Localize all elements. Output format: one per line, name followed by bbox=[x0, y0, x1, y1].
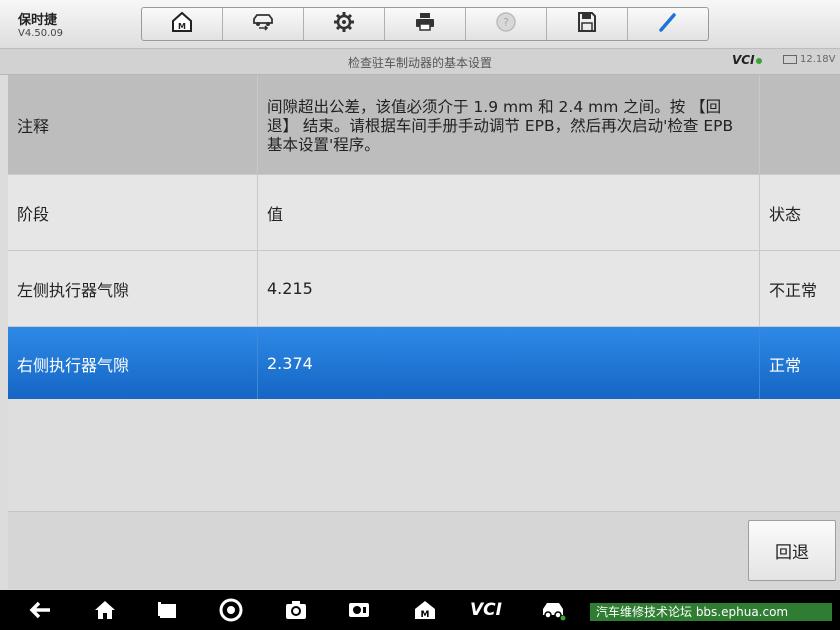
nav-home-icon[interactable] bbox=[92, 597, 118, 623]
svg-text:?: ? bbox=[503, 16, 509, 29]
vehicle-icon[interactable] bbox=[540, 597, 566, 623]
function-title: 检查驻车制动器的基本设置 bbox=[347, 56, 492, 70]
row-value: 2.374 bbox=[258, 327, 760, 400]
pen-button[interactable] bbox=[628, 8, 708, 40]
action-bar bbox=[8, 512, 840, 589]
save-icon bbox=[575, 10, 599, 38]
settings-button[interactable] bbox=[304, 8, 385, 40]
back-button[interactable]: 回退 bbox=[748, 520, 836, 581]
row-status: 正常 bbox=[769, 355, 802, 375]
settings-gear-icon bbox=[332, 10, 356, 38]
row-status: 不正常 bbox=[769, 280, 818, 300]
voltage-value: 12.18V bbox=[800, 54, 836, 65]
battery-icon bbox=[783, 55, 797, 64]
vehicle-swap-icon bbox=[251, 10, 275, 38]
note-empty-cell bbox=[760, 75, 840, 174]
note-row: 注释 间隙超出公差，该值必须介于 1.9 mm 和 2.4 mm 之间。按 【回… bbox=[8, 75, 840, 175]
home-button[interactable]: M bbox=[142, 8, 223, 40]
vehicle-swap-button[interactable] bbox=[223, 8, 304, 40]
svg-text:M: M bbox=[178, 22, 186, 31]
vci-status: VCI bbox=[732, 53, 762, 67]
header-row: 阶段 值 状态 bbox=[8, 175, 840, 251]
note-label: 注释 bbox=[8, 75, 258, 174]
print-icon bbox=[413, 10, 437, 38]
note-text: 间隙超出公差，该值必须介于 1.9 mm 和 2.4 mm 之间。按 【回退】 … bbox=[258, 75, 760, 174]
header-status: 状态 bbox=[769, 204, 802, 224]
nav-vci-label[interactable]: VCI bbox=[470, 600, 502, 620]
app-version: V4.50.09 bbox=[18, 28, 64, 39]
table-empty-area bbox=[8, 399, 840, 512]
header-value: 值 bbox=[258, 175, 760, 250]
chrome-browser-icon[interactable] bbox=[218, 597, 244, 623]
header-stage: 阶段 bbox=[8, 175, 258, 250]
diagnostic-home-icon[interactable]: M bbox=[412, 597, 438, 623]
row-stage: 右侧执行器气隙 bbox=[8, 327, 258, 400]
nav-recent-apps-icon[interactable] bbox=[155, 597, 181, 623]
system-nav-bar: M VCI 汽车维修技术论坛 bbs.ephua.com bbox=[0, 590, 840, 630]
table-row-right-actuator-selected[interactable]: 右侧执行器气隙 2.374 正常 bbox=[8, 327, 840, 401]
svg-text:M: M bbox=[421, 610, 430, 620]
print-button[interactable] bbox=[385, 8, 466, 40]
battery-voltage: 12.18V bbox=[783, 54, 835, 65]
pen-icon bbox=[656, 10, 680, 38]
vci-label: VCI bbox=[732, 53, 755, 67]
nav-back-icon[interactable] bbox=[28, 597, 54, 623]
help-button[interactable]: ? bbox=[466, 8, 547, 40]
camera-icon[interactable] bbox=[283, 597, 309, 623]
brightness-icon[interactable] bbox=[346, 597, 372, 623]
table-row-left-actuator[interactable]: 左侧执行器气隙 4.215 不正常 bbox=[8, 251, 840, 327]
row-stage: 左侧执行器气隙 bbox=[8, 251, 258, 326]
function-header: 检查驻车制动器的基本设置 VCI 12.18V bbox=[0, 49, 840, 75]
save-button[interactable] bbox=[547, 8, 628, 40]
home-icon: M bbox=[170, 10, 194, 38]
vci-connected-dot-icon bbox=[755, 58, 762, 64]
toolbar: M ? bbox=[141, 7, 709, 41]
settings-table: 注释 间隙超出公差，该值必须介于 1.9 mm 和 2.4 mm 之间。按 【回… bbox=[8, 75, 840, 401]
forum-watermark: 汽车维修技术论坛 bbs.ephua.com bbox=[590, 603, 832, 621]
app-name: 保时捷 bbox=[18, 13, 58, 28]
help-icon: ? bbox=[494, 10, 518, 38]
title-bar: 保时捷 V4.50.09 M ? bbox=[0, 0, 840, 49]
row-value: 4.215 bbox=[258, 251, 760, 326]
